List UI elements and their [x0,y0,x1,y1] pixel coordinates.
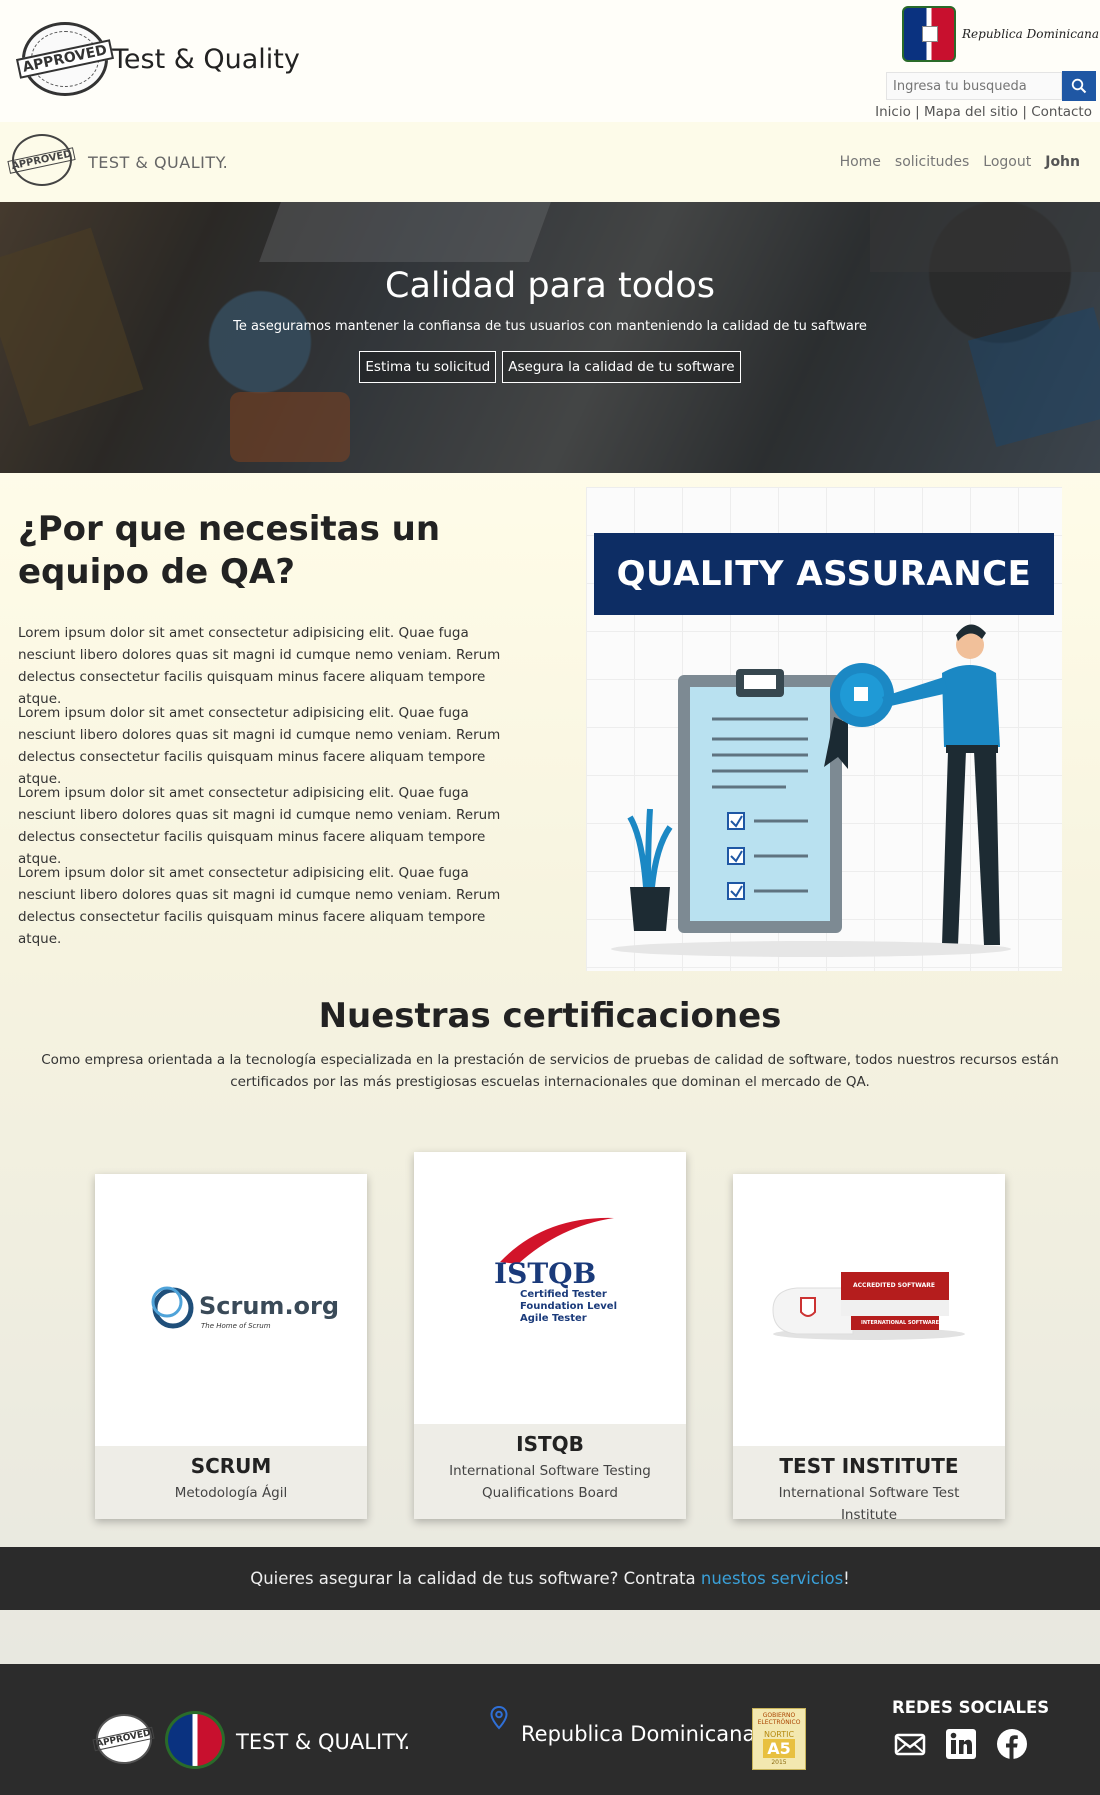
footer-coat-of-arms-icon [165,1711,225,1769]
test-institute-logo-text: ACCREDITED SOFTWARE [853,1282,935,1289]
linkedin-icon[interactable] [945,1728,977,1760]
map-pin-icon [490,1706,508,1730]
qa-paragraph: Lorem ipsum dolor sit amet consectetur a… [18,625,501,707]
quality-assurance-illustration: QUALITY ASSURANCE [586,487,1062,971]
estimate-request-button[interactable]: Estima tu solicitud [359,351,497,383]
istqb-logo-sub1: Certified Tester [520,1289,607,1300]
cert-card-scrum[interactable]: Scrum.org The Home of Scrum SCRUM Metodo… [95,1174,367,1519]
qa-paragraph: Lorem ipsum dolor sit amet consectetur a… [18,865,501,947]
nortic-a5-badge[interactable]: GOBIERNO ELECTRÓNICO NORTIC A5 2015 [752,1708,806,1770]
nav-item-logout[interactable]: Logout [983,154,1031,170]
card-title: TEST INSTITUTE [779,1454,959,1478]
scrum-logo-text: Scrum.org [199,1292,340,1320]
approved-stamp-logo: APPROVED [16,22,114,96]
test-institute-logo-image: ACCREDITED SOFTWARE INTERNATIONAL SOFTWA… [733,1174,1005,1446]
cta-banner: Quieres asegurar la calidad de tus softw… [0,1547,1100,1610]
qa-paragraph: Lorem ipsum dolor sit amet consectetur a… [18,785,501,867]
mail-icon[interactable] [894,1728,926,1760]
nav-item-solicitudes[interactable]: solicitudes [895,154,969,170]
government-name: Republica Dominicana [962,27,1099,41]
search-bar [886,71,1096,101]
cta-text: Quieres asegurar la calidad de tus softw… [250,1569,701,1588]
card-text: Metodología Ágil [174,1485,288,1501]
nav-user-name[interactable]: John [1045,154,1080,170]
top-links: Inicio | Mapa del sitio | Contacto [875,104,1092,120]
istqb-logo-sub2: Foundation Level [520,1301,618,1312]
top-link-separator: | [915,104,924,120]
search-icon [1071,78,1087,94]
nortic-year: 2015 [771,1759,787,1766]
navbar: APPROVED TEST & QUALITY. Home solicitude… [0,122,1100,202]
cert-card-test-institute[interactable]: ACCREDITED SOFTWARE INTERNATIONAL SOFTWA… [733,1174,1005,1523]
qa-paragraph: Lorem ipsum dolor sit amet consectetur a… [18,705,501,787]
footer-logo-text: APPROVED [92,1726,156,1752]
hero-subtitle: Te aseguramos mantener la confiansa de t… [233,319,867,334]
search-input[interactable] [886,72,1062,100]
top-header: APPROVED Test & Quality Republica Domini… [0,0,1100,122]
hero-buttons: Estima tu solicitud Asegura la calidad d… [0,351,1100,383]
hero-overlay [0,202,1100,473]
search-button[interactable] [1062,71,1096,101]
istqb-logo-image: ISTQB Certified Tester Foundation Level … [414,1152,686,1424]
cta-services-link[interactable]: nuestos servicios [701,1569,843,1588]
card-body: TEST INSTITUTE International Software Te… [733,1446,1005,1523]
footer-country: Republica Dominicana [521,1722,756,1746]
card-title: SCRUM [190,1454,272,1478]
coat-of-arms-icon [902,6,956,62]
nortic-label: NORTIC [763,1730,795,1739]
top-link-separator: | [1022,104,1032,120]
top-link-mapa[interactable]: Mapa del sitio [924,104,1018,120]
navbar-logo[interactable]: APPROVED [7,134,77,186]
navbar-logo-text: APPROVED [7,146,77,174]
test-institute-badge-icon [772,1272,965,1340]
istqb-logo-sub3: Agile Tester [520,1313,587,1324]
footer: APPROVED TEST & QUALITY. Republica Domin… [0,1664,1100,1795]
cta-end: ! [843,1569,850,1588]
certifications-title: Nuestras certificaciones [318,996,782,1036]
qa-section-title: ¿Por que necesitas un equipo de QA? [18,509,441,592]
brand-top[interactable]: APPROVED Test & Quality [16,22,300,96]
istqb-logo-text: ISTQB [494,1257,597,1290]
top-link-contacto[interactable]: Contacto [1031,104,1092,120]
nortic-code: A5 [763,1739,795,1758]
social-title: REDES SOCIALES [892,1698,1050,1717]
hero-banner: Calidad para todos Te aseguramos mantene… [0,202,1100,473]
nortic-top: GOBIERNO ELECTRÓNICO [757,1712,801,1726]
card-title: ISTQB [516,1432,584,1456]
navbar-links: Home solicitudes Logout John [840,154,1080,170]
top-link-inicio[interactable]: Inicio [875,104,911,120]
card-body: SCRUM Metodología Ágil [95,1446,367,1519]
navbar-brand[interactable]: TEST & QUALITY. [88,153,228,172]
test-institute-logo-sub: INTERNATIONAL SOFTWARE [861,1320,939,1326]
footer-brand: TEST & QUALITY. [236,1730,411,1754]
cert-card-istqb[interactable]: ISTQB Certified Tester Foundation Level … [414,1152,686,1519]
site-title: Test & Quality [112,43,300,75]
ensure-quality-button[interactable]: Asegura la calidad de tu software [502,351,741,383]
scrum-logo-tagline: The Home of Scrum [201,1322,271,1330]
nav-item-home[interactable]: Home [840,154,881,170]
certifications-description: Como empresa orientada a la tecnología e… [41,1052,1059,1090]
card-body: ISTQB International Software Testing Qua… [414,1424,686,1519]
scrum-logo-image: Scrum.org The Home of Scrum [95,1174,367,1446]
clipboard-illustration-icon [611,624,1011,957]
card-text: International Software Testing Qualifica… [449,1463,651,1501]
government-logo[interactable]: Republica Dominicana [902,6,1099,62]
hero-title: Calidad para todos [385,266,715,306]
card-text: International Software Test Institute [778,1485,960,1523]
facebook-icon[interactable] [996,1728,1028,1760]
footer-approved-logo: APPROVED [92,1714,156,1764]
